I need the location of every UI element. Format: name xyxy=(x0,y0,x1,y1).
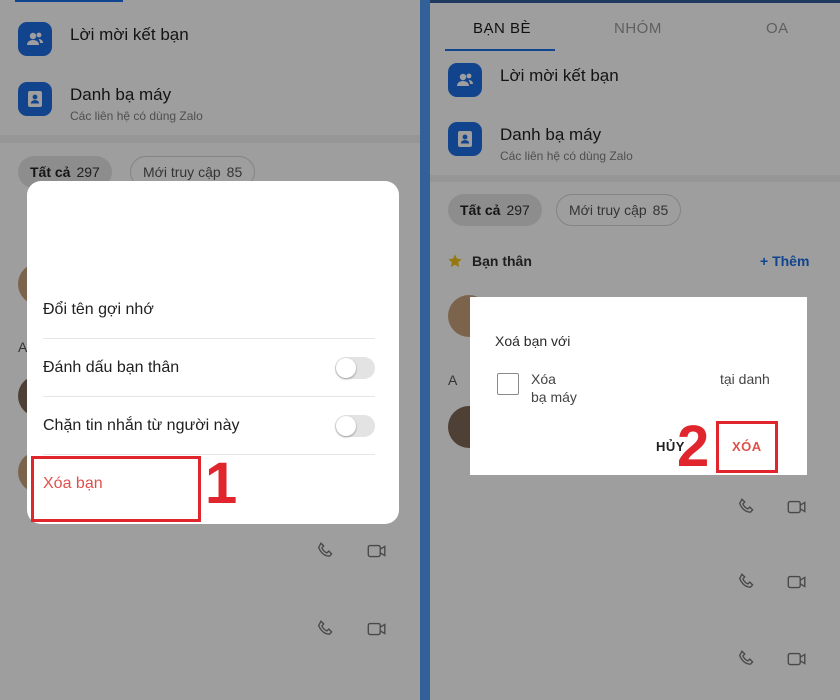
rename-label: Đổi tên gợi nhớ xyxy=(43,301,154,318)
block-messages-item[interactable]: Chặn tin nhắn từ người này xyxy=(43,397,375,455)
dialog-title: Xoá bạn với xyxy=(495,333,571,349)
toggle-knob xyxy=(336,358,356,378)
step-2-number: 2 xyxy=(677,414,710,479)
step-1-number: 1 xyxy=(205,451,238,516)
mark-close-friend-toggle[interactable] xyxy=(335,357,375,379)
block-messages-toggle[interactable] xyxy=(335,415,375,437)
checkbox-label-line1: Xóa xyxy=(531,371,556,387)
mark-close-friend-label: Đánh dấu bạn thân xyxy=(43,359,180,376)
remove-from-contacts-checkbox[interactable] xyxy=(497,373,519,395)
toggle-knob xyxy=(336,416,356,436)
block-messages-label: Chặn tin nhắn từ người này xyxy=(43,417,240,434)
rename-item[interactable]: Đổi tên gợi nhớ xyxy=(43,281,375,339)
step-1-highlight xyxy=(31,456,201,522)
checkbox-label-tail: tại danh xyxy=(720,371,770,387)
step-2-highlight xyxy=(716,421,778,473)
left-screen: Lời mời kết bạn Danh bạ máy Các liên hệ … xyxy=(0,0,420,700)
mark-close-friend-item[interactable]: Đánh dấu bạn thân xyxy=(43,339,375,397)
checkbox-label-line2: bạ máy xyxy=(531,389,577,405)
